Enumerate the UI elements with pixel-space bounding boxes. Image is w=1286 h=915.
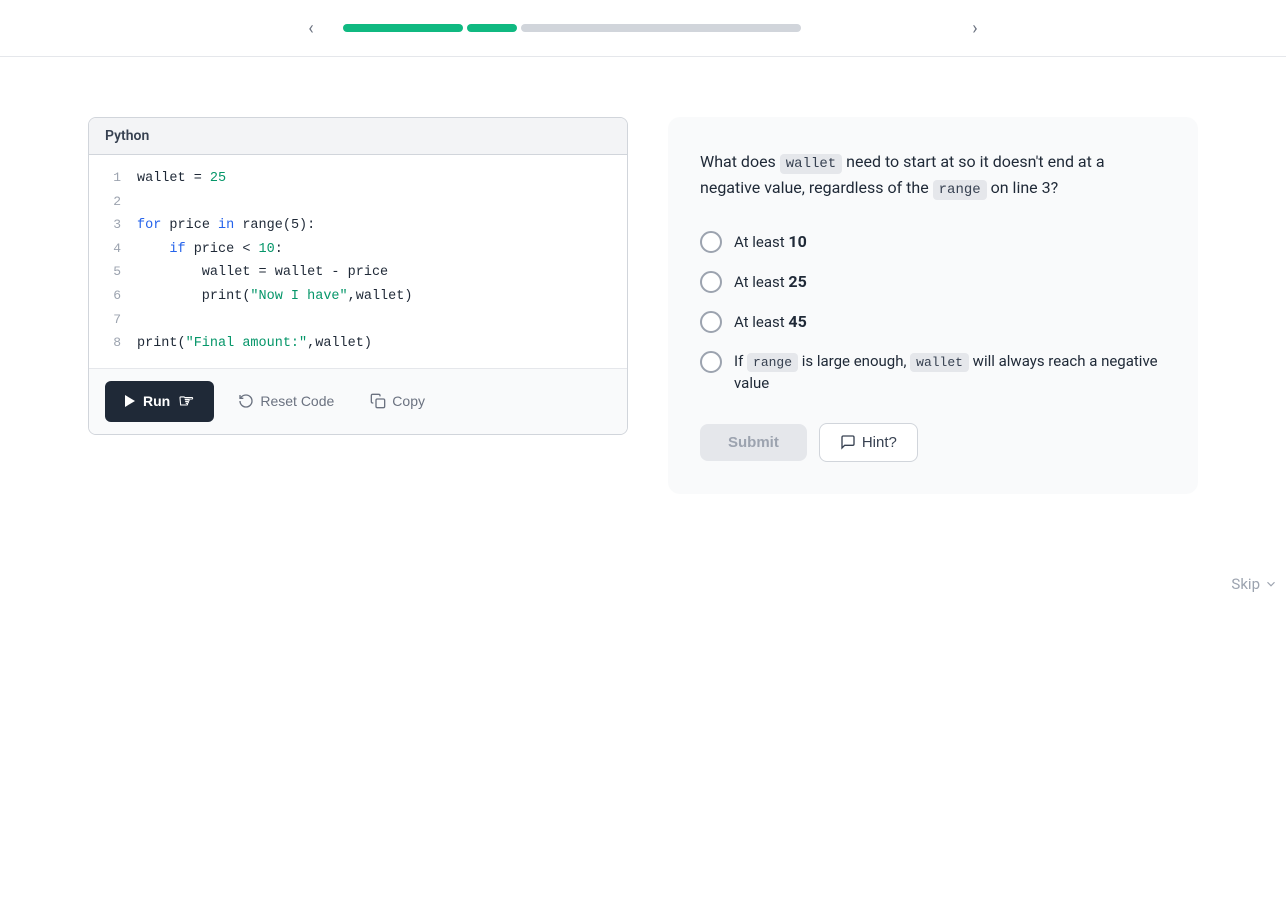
progress-segment-2	[467, 24, 517, 32]
top-navigation: ‹ ›	[0, 0, 1286, 57]
radio-4[interactable]	[700, 351, 722, 373]
question-code-range: range	[933, 180, 987, 200]
cursor-icon: ☞	[178, 391, 194, 412]
option-label-4: If range is large enough, wallet will al…	[734, 350, 1166, 395]
chevron-down-icon	[1264, 577, 1278, 591]
radio-3[interactable]	[700, 311, 722, 333]
hint-icon	[840, 434, 856, 450]
skip-row: Skip	[0, 574, 1286, 593]
code-line-6: 6 print("Now I have",wallet)	[89, 285, 627, 309]
code-line-3: 3 for price in range(5):	[89, 214, 627, 238]
submit-button[interactable]: Submit	[700, 424, 807, 461]
options-list: At least 10 At least 25 At least 45 If r…	[700, 230, 1166, 395]
hint-button[interactable]: Hint?	[819, 423, 918, 462]
copy-icon	[370, 393, 386, 409]
action-row: Submit Hint?	[700, 423, 1166, 462]
code-line-5: 5 wallet = wallet - price	[89, 261, 627, 285]
option-label-3: At least 45	[734, 310, 807, 334]
code-line-8: 8 print("Final amount:",wallet)	[89, 332, 627, 356]
reset-button[interactable]: Reset Code	[226, 385, 346, 417]
prev-button[interactable]: ‹	[295, 12, 327, 44]
radio-2[interactable]	[700, 271, 722, 293]
progress-segment-3	[521, 24, 801, 32]
copy-button[interactable]: Copy	[358, 385, 437, 417]
option-3[interactable]: At least 45	[700, 310, 1166, 334]
code-line-7: 7	[89, 309, 627, 333]
code-toolbar: Run ☞ Reset Code Copy	[89, 368, 627, 434]
next-button[interactable]: ›	[959, 12, 991, 44]
progress-segment-1	[343, 24, 463, 32]
run-button[interactable]: Run ☞	[105, 381, 214, 422]
option-label-2: At least 25	[734, 270, 807, 294]
skip-link[interactable]: Skip	[1231, 575, 1278, 593]
option-1[interactable]: At least 10	[700, 230, 1166, 254]
progress-bar	[343, 24, 943, 32]
option-label-1: At least 10	[734, 230, 807, 254]
main-content: Python 1 wallet = 25 2 3 for price in ra…	[0, 57, 1286, 554]
code-panel: Python 1 wallet = 25 2 3 for price in ra…	[88, 117, 628, 435]
code-line-2: 2	[89, 191, 627, 215]
question-code-wallet: wallet	[780, 154, 842, 174]
question-text: What does wallet need to start at so it …	[700, 149, 1166, 202]
option-4[interactable]: If range is large enough, wallet will al…	[700, 350, 1166, 395]
code-line-4: 4 if price < 10:	[89, 238, 627, 262]
code-body: 1 wallet = 25 2 3 for price in range(5):…	[89, 155, 627, 368]
radio-1[interactable]	[700, 231, 722, 253]
reset-icon	[238, 393, 254, 409]
code-panel-header: Python	[89, 118, 627, 155]
play-icon	[125, 395, 135, 407]
question-panel: What does wallet need to start at so it …	[668, 117, 1198, 494]
option-2[interactable]: At least 25	[700, 270, 1166, 294]
code-line-1: 1 wallet = 25	[89, 167, 627, 191]
